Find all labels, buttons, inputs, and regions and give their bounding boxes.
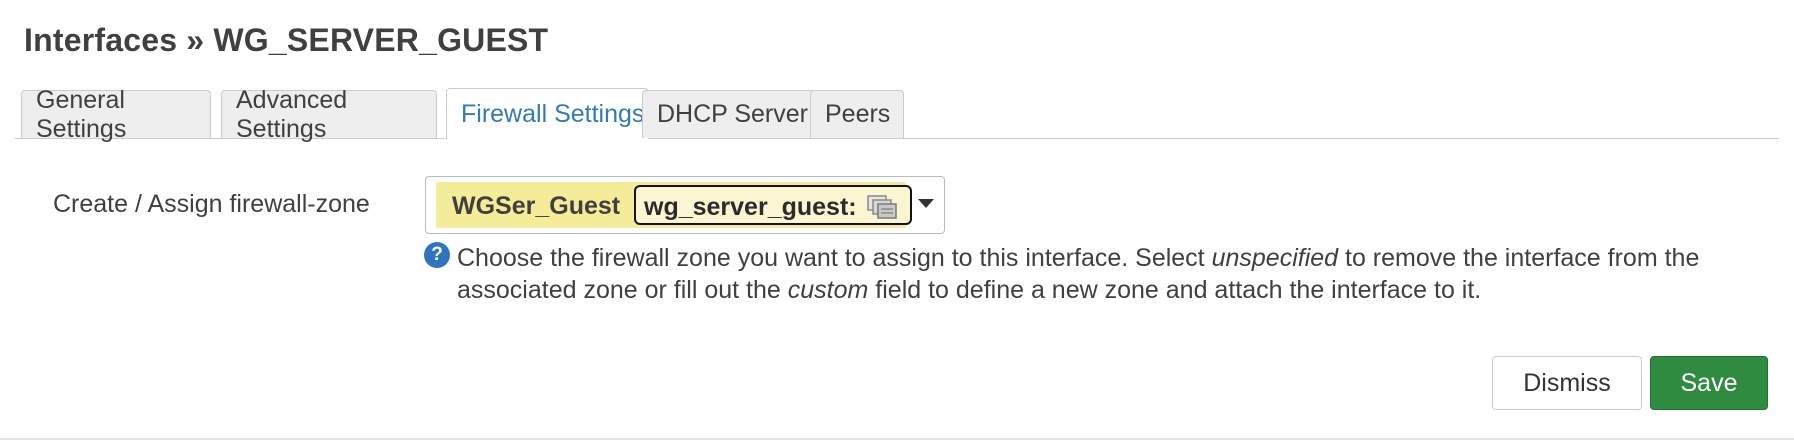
tab-bar: General Settings Advanced Settings Firew… (15, 86, 1779, 143)
custom-zone-value: wg_server_guest: (644, 193, 857, 221)
tab-label: Firewall Settings (461, 99, 645, 128)
question-circle-icon: ? (424, 242, 450, 268)
tab-general-settings[interactable]: General Settings (21, 86, 211, 143)
firewall-zone-label: Create / Assign firewall-zone (53, 190, 370, 218)
page-title: Interfaces » WG_SERVER_GUEST (24, 22, 549, 58)
help-text-part: field to define a new zone and attach th… (868, 276, 1482, 304)
tab-label: General Settings (36, 85, 127, 143)
tab-label: Advanced Settings (236, 85, 348, 143)
help-text-part: Choose the firewall zone you want to ass… (457, 244, 1212, 272)
firewall-zone-select[interactable]: WGSer_Guest wg_server_guest: (425, 176, 945, 234)
dismiss-button[interactable]: Dismiss (1492, 356, 1642, 410)
tab-advanced-settings[interactable]: Advanced Settings (221, 86, 437, 143)
firewall-zone-help-text: Choose the firewall zone you want to ass… (457, 242, 1777, 306)
tab-dhcp-server[interactable]: DHCP Server (642, 90, 817, 138)
help-text-emphasis-unspecified: unspecified (1211, 244, 1339, 272)
help-text-emphasis-custom: custom (787, 276, 869, 304)
tab-label: DHCP Server (657, 100, 808, 128)
tab-peers[interactable]: Peers (810, 90, 904, 138)
stacked-cards-icon[interactable] (865, 193, 899, 221)
selected-option-highlight: WGSer_Guest wg_server_guest: (436, 182, 912, 228)
save-button[interactable]: Save (1650, 356, 1768, 410)
tab-firewall-settings[interactable]: Firewall Settings (446, 88, 649, 139)
caret-down-icon[interactable] (918, 199, 934, 208)
tab-label: Peers (825, 100, 891, 128)
selected-zone-name: WGSer_Guest (452, 192, 621, 220)
custom-zone-input[interactable]: wg_server_guest: (634, 185, 912, 225)
